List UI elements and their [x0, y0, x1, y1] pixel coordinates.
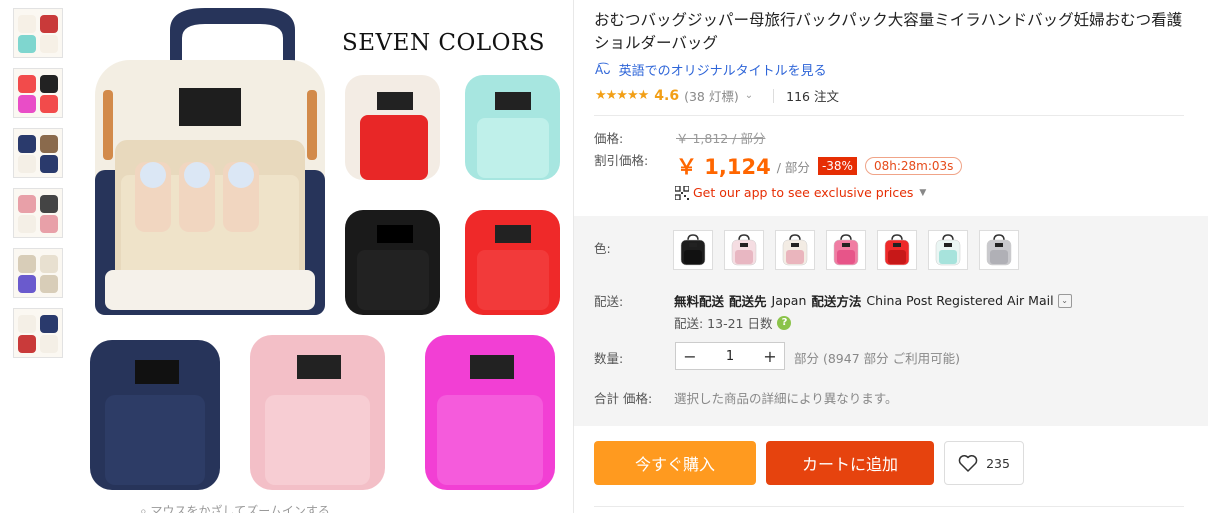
color-swatch-list	[673, 230, 1019, 270]
buy-now-button[interactable]: 今すぐ購入	[594, 441, 756, 485]
thumbnail-image	[14, 69, 62, 117]
rating-row: ★★★★★ 4.6 (38 灯標) ⌄ 116 注文	[595, 86, 839, 105]
original-price: ￥ 1,812 / 部分	[676, 131, 766, 146]
backpack-collage-image	[90, 8, 560, 490]
backpack-icon	[884, 234, 910, 266]
countdown-timer: 08h:28m:03s	[864, 157, 963, 175]
thumbnail-image	[14, 189, 62, 237]
chevron-down-icon[interactable]: ⌄	[1057, 293, 1072, 308]
thumbnail-thumb-2[interactable]	[13, 68, 63, 118]
stock-availability: 部分 (8947 部分 ご利用可能)	[794, 351, 960, 366]
thumbnail-thumb-3[interactable]	[13, 128, 63, 178]
sale-price: ￥ 1,124	[676, 155, 771, 179]
black-backpack	[345, 210, 440, 315]
magenta-backpack	[425, 335, 555, 490]
backpack-icon	[986, 234, 1012, 266]
total-price-note: 選択した商品の詳細により異なります。	[674, 391, 898, 406]
ship-to-label: 配送先	[729, 294, 767, 309]
ship-method-value[interactable]: China Post Registered Air Mail	[866, 293, 1053, 308]
color-label: 色:	[594, 241, 611, 256]
discount-badge: -38%	[817, 157, 857, 175]
decrease-button[interactable]: −	[676, 343, 704, 369]
chevron-down-icon[interactable]: ⌄	[745, 90, 753, 101]
add-to-cart-button[interactable]: カートに追加	[766, 441, 934, 485]
divider	[773, 88, 775, 103]
red-backpack	[465, 210, 560, 315]
navy-backpack	[90, 340, 220, 490]
caret-down-icon: ▼	[919, 187, 927, 198]
thumbnail-thumb-4[interactable]	[13, 188, 63, 238]
mint-backpack	[465, 75, 560, 180]
color-swatch-red[interactable]	[877, 230, 917, 270]
zoom-hint-text: マウスをかざしてズームインする	[150, 504, 330, 513]
color-swatch-gray[interactable]	[979, 230, 1019, 270]
backpack-icon	[833, 234, 859, 266]
magnifier-icon: ⌕	[140, 504, 151, 513]
total-price-label: 合計 価格:	[594, 391, 653, 406]
translate-icon: A͡ᴗ	[595, 62, 611, 77]
shipping-label: 配送:	[594, 294, 624, 309]
translate-link[interactable]: A͡ᴗ 英語でのオリジナルタイトルを見る	[595, 60, 827, 80]
wishlist-count: 235	[986, 455, 1010, 471]
sale-price-label: 割引価格:	[594, 153, 649, 168]
help-icon[interactable]: ?	[777, 315, 792, 330]
sale-price-unit: / 部分	[776, 159, 810, 175]
color-swatch-mint[interactable]	[928, 230, 968, 270]
thumbnail-thumb-6[interactable]	[13, 308, 63, 358]
qr-code-icon	[675, 185, 689, 200]
thumbnail-thumb-1[interactable]	[13, 8, 63, 58]
color-swatch-black[interactable]	[673, 230, 713, 270]
large-backpack-illustration	[95, 8, 325, 315]
backpack-icon	[782, 234, 808, 266]
color-swatch-cream-pink[interactable]	[775, 230, 815, 270]
main-product-image[interactable]: SEVEN COLORS	[75, 0, 573, 505]
rating-count[interactable]: (38 灯標)	[684, 86, 739, 105]
thumbnail-list	[13, 8, 65, 368]
divider	[594, 115, 1184, 116]
delivery-days-text: 配送: 13-21 日数	[674, 316, 773, 331]
star-rating-icon: ★★★★★	[595, 88, 649, 103]
ship-to-value[interactable]: Japan	[772, 293, 807, 308]
backpack-icon	[680, 234, 706, 266]
color-swatch-pink[interactable]	[826, 230, 866, 270]
quantity-value[interactable]: 1	[704, 349, 756, 364]
cream-red-backpack	[345, 75, 440, 180]
quantity-label: 数量:	[594, 351, 624, 366]
translate-link-text: 英語でのオリジナルタイトルを見る	[618, 64, 827, 79]
divider	[594, 506, 1184, 507]
wishlist-button[interactable]: 235	[944, 441, 1024, 485]
price-label: 価格:	[594, 131, 624, 146]
color-swatch-light-pink[interactable]	[724, 230, 764, 270]
rating-value: 4.6	[654, 87, 680, 104]
ship-method-label: 配送方法	[811, 294, 862, 309]
heart-icon	[958, 455, 978, 472]
order-count: 116 注文	[786, 89, 839, 104]
increase-button[interactable]: +	[756, 343, 784, 369]
free-shipping: 無料配送	[674, 294, 725, 309]
app-promo-link[interactable]: Get our app to see exclusive prices ▼	[675, 185, 926, 200]
pink-backpack	[250, 335, 385, 490]
product-page: SEVEN COLORS ⌕ マウスをかざしてズームインする おむつバッグジッパ…	[0, 0, 1208, 513]
thumbnail-image	[14, 9, 62, 57]
thumbnail-thumb-5[interactable]	[13, 248, 63, 298]
backpack-icon	[935, 234, 961, 266]
backpack-icon	[731, 234, 757, 266]
product-title: おむつバッグジッパー母旅行バックパック大容量ミイラハンドバッグ妊婦おむつ看護ショ…	[594, 11, 1183, 52]
image-caption: SEVEN COLORS	[342, 30, 546, 56]
thumbnail-image	[14, 249, 62, 297]
shipping-info: 無料配送 配送先 Japan 配送方法 China Post Registere…	[674, 291, 1072, 310]
thumbnail-image	[14, 309, 62, 357]
zoom-hint: ⌕ マウスをかざしてズームインする	[140, 502, 330, 513]
app-promo-text: Get our app to see exclusive prices	[693, 185, 914, 200]
quantity-stepper: − 1 +	[675, 342, 785, 370]
thumbnail-image	[14, 129, 62, 177]
sale-price-row: ￥ 1,124 / 部分 -38% 08h:28m:03s	[676, 151, 963, 181]
delivery-days: 配送: 13-21 日数 ?	[674, 313, 792, 332]
